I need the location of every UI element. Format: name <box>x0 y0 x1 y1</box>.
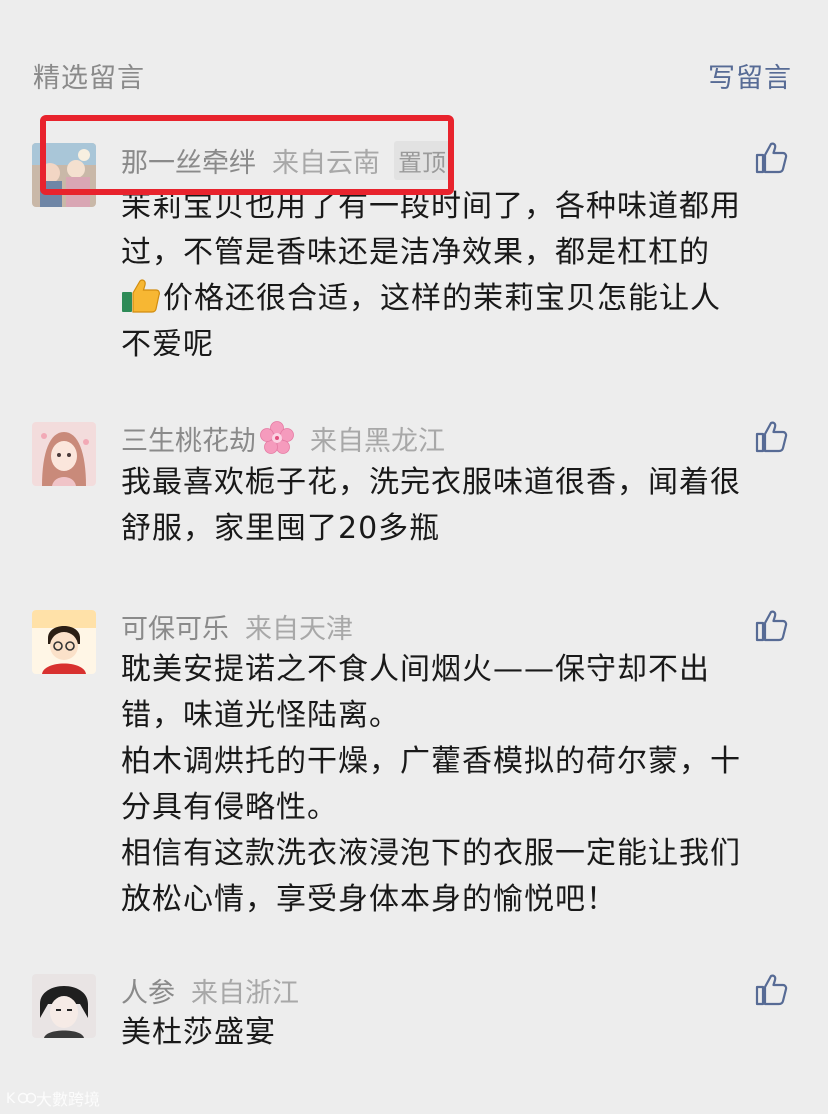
write-comment-button[interactable]: 写留言 <box>708 56 792 95</box>
section-title: 精选留言 <box>33 63 145 94</box>
like-icon[interactable] <box>754 609 788 643</box>
like-icon[interactable] <box>754 141 788 175</box>
comment-line: 不爱呢 <box>121 327 214 362</box>
comments-header: 精选留言 写留言 <box>0 0 828 110</box>
comment-line: 耽美安提诺之不食人间烟火——保守却不出 <box>121 652 710 687</box>
comment-meta: 可保可乐 来自天津 <box>121 606 353 646</box>
comment-location: 来自黑龙江 <box>310 425 445 457</box>
comment-meta: 人参 来自浙江 <box>121 970 299 1010</box>
cherry-blossom-emoji-icon <box>260 421 294 454</box>
comment-text: 耽美安提诺之不食人间烟火——保守却不出 错，味道光怪陆离。 柏木调烘托的干燥，广… <box>121 647 801 923</box>
avatar[interactable] <box>32 974 96 1038</box>
comment-line-text: 价格还很合适，这样的茉莉宝贝怎能让人 <box>163 281 721 316</box>
avatar[interactable] <box>32 610 96 674</box>
comment-text: 美杜莎盛宴 <box>121 1010 801 1056</box>
avatar-manga-character-icon <box>32 974 96 1038</box>
comment-meta: 三生桃花劫 来自黑龙江 <box>121 418 445 458</box>
comment-text: 茉莉宝贝也用了有一段时间了，各种味道都用 过，不管是香味还是洁净效果，都是杠杠的… <box>121 184 801 368</box>
comment-line: 错，味道光怪陆离。 <box>121 698 400 733</box>
comment-line: 过，不管是香味还是洁净效果，都是杠杠的 <box>121 235 710 270</box>
comment-line: 柏木调烘托的干燥，广藿香模拟的荷尔蒙，十 <box>121 744 741 779</box>
svg-text:K: K <box>6 1091 16 1107</box>
like-icon[interactable] <box>754 973 788 1007</box>
like-icon[interactable] <box>754 420 788 454</box>
comment-line-with-emoji: 价格还很合适，这样的茉莉宝贝怎能让人 <box>121 276 801 322</box>
commenter-name[interactable]: 可保可乐 <box>121 607 229 646</box>
comment-line: 我最喜欢栀子花，洗完衣服味道很香，闻着很 <box>121 465 741 500</box>
comment-line: 相信有这款洗衣液浸泡下的衣服一定能让我们 <box>121 836 741 871</box>
avatar-anime-girl-icon <box>32 422 96 486</box>
commenter-name[interactable]: 人参 <box>121 971 175 1010</box>
watermark-text: 大數跨境 <box>36 1090 101 1109</box>
comment-line: 分具有侵略性。 <box>121 790 338 825</box>
comment-line: 美杜莎盛宴 <box>121 1015 276 1050</box>
comment-line: 舒服，家里囤了20多瓶 <box>121 511 441 546</box>
avatar[interactable] <box>32 422 96 486</box>
comment-location: 来自浙江 <box>191 977 299 1009</box>
commenter-name[interactable]: 三生桃花劫 <box>121 419 256 458</box>
watermark-logo-icon: K <box>6 1091 36 1107</box>
highlight-annotation-box <box>40 115 454 195</box>
comment-location: 来自天津 <box>245 613 353 645</box>
thumbs-up-emoji-icon <box>122 279 160 313</box>
comment-text: 我最喜欢栀子花，洗完衣服味道很香，闻着很 舒服，家里囤了20多瓶 <box>121 460 801 552</box>
avatar-cartoon-boy-icon <box>32 610 96 674</box>
watermark: K 大數跨境 <box>6 1086 100 1110</box>
comment-line: 放松心情，享受身体本身的愉悦吧！ <box>121 882 617 917</box>
